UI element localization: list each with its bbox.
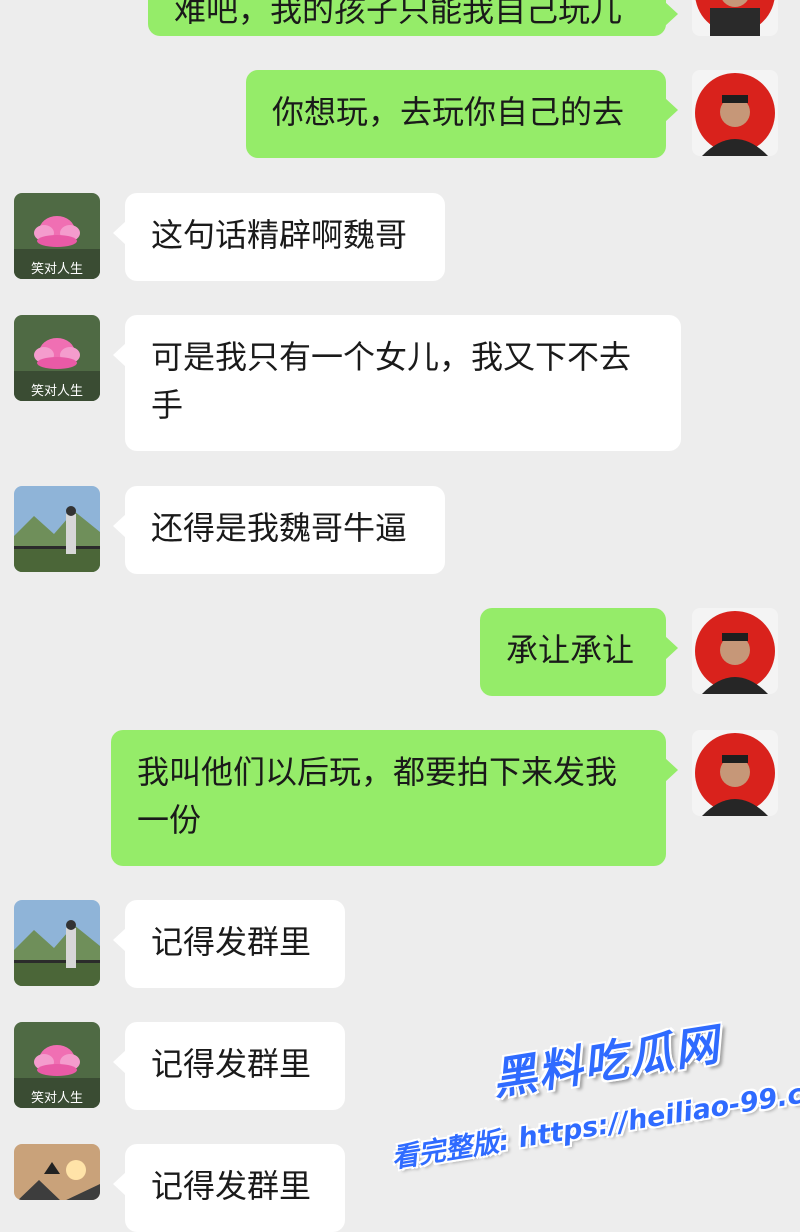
message-bubble[interactable]: 可是我只有一个女儿，我又下不去手 bbox=[113, 315, 681, 451]
lotus-avatar[interactable]: 笑对人生 bbox=[14, 1022, 100, 1108]
man-avatar[interactable] bbox=[692, 70, 778, 156]
svg-text:笑对人生: 笑对人生 bbox=[31, 261, 83, 277]
landscape-avatar[interactable] bbox=[14, 486, 100, 572]
svg-text:笑对人生: 笑对人生 bbox=[31, 1090, 83, 1106]
svg-text:笑对人生: 笑对人生 bbox=[31, 383, 83, 399]
message-text: 记得发群里 bbox=[151, 1045, 312, 1083]
message-text: 还得是我魏哥牛逼 bbox=[151, 509, 408, 547]
message-bubble[interactable]: 记得发群里 bbox=[113, 1022, 345, 1110]
message-text: 可是我只有一个女儿，我又下不去手 bbox=[151, 338, 632, 424]
man-avatar[interactable] bbox=[692, 730, 778, 816]
message-text: 难吧，我的孩子只能我自己玩儿 bbox=[174, 0, 623, 29]
message-text: 记得发群里 bbox=[151, 1167, 312, 1205]
lotus-avatar[interactable]: 笑对人生 bbox=[14, 315, 100, 401]
message-bubble[interactable]: 记得发群里 bbox=[113, 900, 345, 988]
message-text: 承让承让 bbox=[506, 631, 635, 669]
lotus-avatar[interactable]: 笑对人生 bbox=[14, 193, 100, 279]
man-avatar[interactable] bbox=[692, 0, 778, 36]
message-bubble[interactable]: 难吧，我的孩子只能我自己玩儿 bbox=[148, 0, 678, 36]
message-bubble[interactable]: 我叫他们以后玩，都要拍下来发我一份 bbox=[111, 730, 678, 866]
message-text: 这句话精辟啊魏哥 bbox=[151, 216, 408, 254]
landscape-avatar[interactable] bbox=[14, 900, 100, 986]
message-text: 你想玩，去玩你自己的去 bbox=[272, 93, 625, 131]
message-bubble[interactable]: 记得发群里 bbox=[113, 1144, 345, 1232]
message-bubble[interactable]: 承让承让 bbox=[480, 608, 678, 696]
message-text: 我叫他们以后玩，都要拍下来发我一份 bbox=[137, 753, 618, 839]
message-bubble[interactable]: 这句话精辟啊魏哥 bbox=[113, 193, 445, 281]
message-bubble[interactable]: 你想玩，去玩你自己的去 bbox=[246, 70, 678, 158]
message-bubble[interactable]: 还得是我魏哥牛逼 bbox=[113, 486, 445, 574]
man-avatar[interactable] bbox=[692, 608, 778, 694]
message-text: 记得发群里 bbox=[151, 923, 312, 961]
sunset-avatar[interactable] bbox=[14, 1144, 100, 1200]
